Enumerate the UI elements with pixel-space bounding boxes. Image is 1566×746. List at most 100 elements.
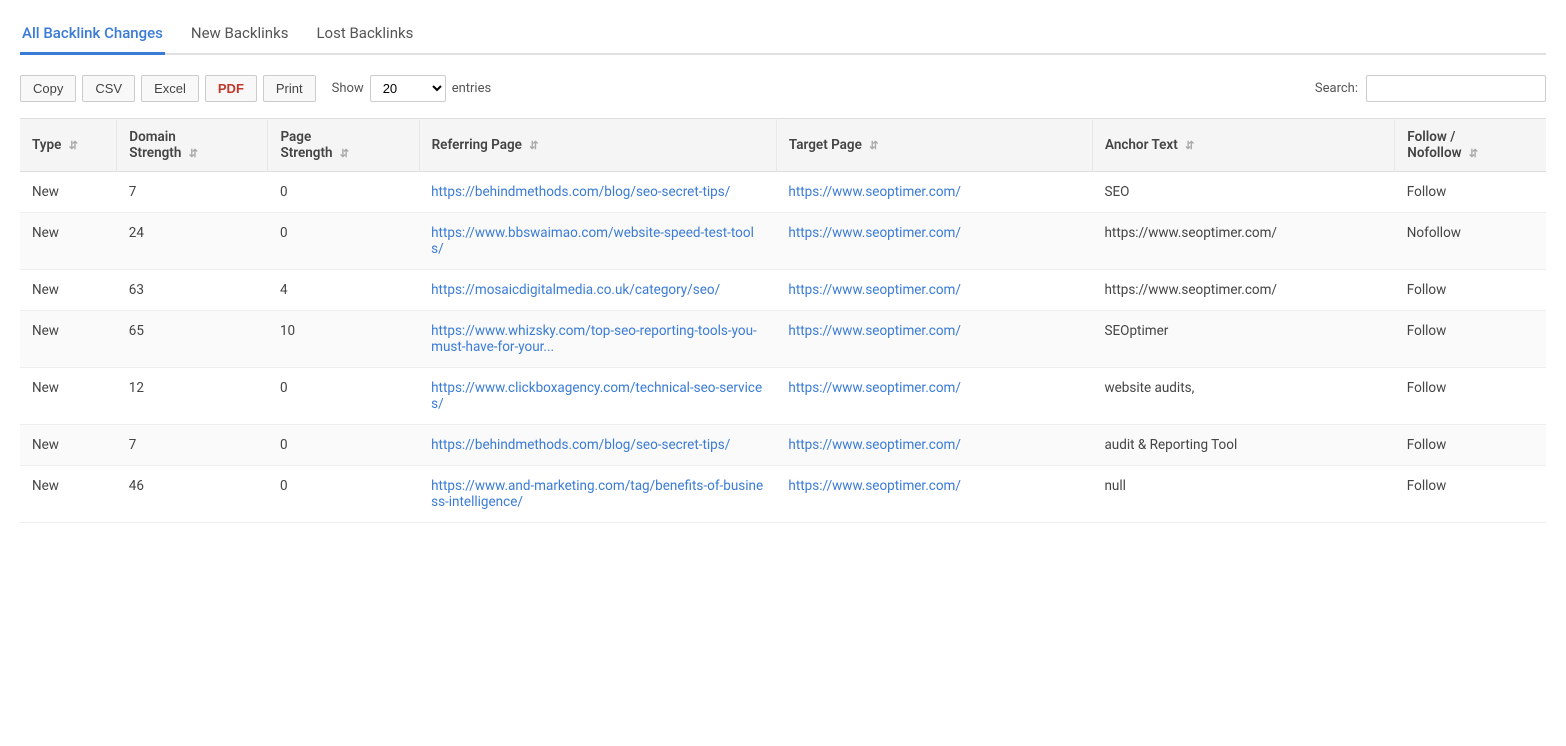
cell-target-page-link[interactable]: https://www.seoptimer.com/ [788, 478, 961, 494]
cell-page-strength: 0 [268, 172, 419, 213]
cell-follow-nofollow: Follow [1395, 311, 1546, 368]
cell-domain-strength: 12 [117, 368, 268, 425]
cell-follow-nofollow: Nofollow [1395, 213, 1546, 270]
cell-follow-nofollow: Follow [1395, 270, 1546, 311]
cell-page-strength: 4 [268, 270, 419, 311]
tab-lost-backlinks[interactable]: Lost Backlinks [314, 16, 415, 55]
search-container: Search: [1315, 75, 1546, 102]
table-row: New120 https://www.clickboxagency.com/tec… [20, 368, 1546, 425]
cell-target-page-link[interactable]: https://www.seoptimer.com/ [788, 184, 961, 200]
cell-page-strength: 0 [268, 213, 419, 270]
pdf-button[interactable]: PDF [205, 75, 257, 102]
tabs-container: All Backlink Changes New Backlinks Lost … [20, 16, 1546, 55]
cell-type: New [20, 466, 117, 523]
cell-target-page-link[interactable]: https://www.seoptimer.com/ [788, 323, 961, 339]
sort-icon-domain: ⇵ [189, 147, 198, 160]
cell-referring-page[interactable]: https://behindmethods.com/blog/seo-secre… [419, 172, 776, 213]
cell-referring-page-link[interactable]: https://behindmethods.com/blog/seo-secre… [431, 437, 730, 453]
copy-button[interactable]: Copy [20, 75, 76, 102]
cell-domain-strength: 65 [117, 311, 268, 368]
cell-type: New [20, 311, 117, 368]
cell-page-strength: 10 [268, 311, 419, 368]
entries-select[interactable]: 10 20 50 100 [370, 75, 446, 102]
cell-target-page-link[interactable]: https://www.seoptimer.com/ [788, 380, 961, 396]
entries-label: entries [452, 81, 492, 96]
cell-target-page[interactable]: https://www.seoptimer.com/ [776, 311, 1092, 368]
cell-follow-nofollow: Follow [1395, 368, 1546, 425]
cell-anchor-text: null [1092, 466, 1394, 523]
cell-target-page-link[interactable]: https://www.seoptimer.com/ [788, 282, 961, 298]
table-row: New6510 https://www.whizsky.com/top-seo-r… [20, 311, 1546, 368]
excel-button[interactable]: Excel [141, 75, 199, 102]
table-row: New70 https://behindmethods.com/blog/seo-… [20, 172, 1546, 213]
cell-target-page-link[interactable]: https://www.seoptimer.com/ [788, 437, 961, 453]
col-header-referring-page[interactable]: Referring Page ⇵ [419, 119, 776, 172]
cell-referring-page-link[interactable]: https://behindmethods.com/blog/seo-secre… [431, 184, 730, 200]
cell-target-page-link[interactable]: https://www.seoptimer.com/ [788, 225, 961, 241]
table-row: New634 https://mosaicdigitalmedia.co.uk/c… [20, 270, 1546, 311]
col-header-domain-strength[interactable]: DomainStrength ⇵ [117, 119, 268, 172]
cell-target-page[interactable]: https://www.seoptimer.com/ [776, 466, 1092, 523]
cell-follow-nofollow: Follow [1395, 466, 1546, 523]
sort-icon-follow: ⇵ [1469, 147, 1478, 160]
cell-target-page[interactable]: https://www.seoptimer.com/ [776, 270, 1092, 311]
cell-target-page[interactable]: https://www.seoptimer.com/ [776, 425, 1092, 466]
cell-domain-strength: 24 [117, 213, 268, 270]
cell-page-strength: 0 [268, 368, 419, 425]
print-button[interactable]: Print [263, 75, 316, 102]
cell-target-page[interactable]: https://www.seoptimer.com/ [776, 172, 1092, 213]
col-header-page-strength[interactable]: PageStrength ⇵ [268, 119, 419, 172]
cell-type: New [20, 368, 117, 425]
show-label: Show [332, 81, 364, 96]
table-row: New460 https://www.and-marketing.com/tag/… [20, 466, 1546, 523]
col-header-target-page[interactable]: Target Page ⇵ [776, 119, 1092, 172]
cell-referring-page-link[interactable]: https://www.clickboxagency.com/technical… [431, 380, 762, 412]
col-header-anchor-text[interactable]: Anchor Text ⇵ [1092, 119, 1394, 172]
cell-type: New [20, 270, 117, 311]
col-header-type[interactable]: Type ⇵ [20, 119, 117, 172]
cell-follow-nofollow: Follow [1395, 425, 1546, 466]
cell-type: New [20, 425, 117, 466]
col-header-follow-nofollow[interactable]: Follow /Nofollow ⇵ [1395, 119, 1546, 172]
sort-icon-anchor: ⇵ [1185, 139, 1194, 152]
toolbar: Copy CSV Excel PDF Print Show 10 20 50 1… [20, 75, 1546, 102]
sort-icon-type: ⇵ [69, 139, 78, 152]
search-input[interactable] [1366, 75, 1546, 102]
cell-referring-page-link[interactable]: https://www.whizsky.com/top-seo-reportin… [431, 323, 757, 355]
table-row: New240 https://www.bbswaimao.com/website-… [20, 213, 1546, 270]
cell-anchor-text: website audits, [1092, 368, 1394, 425]
cell-domain-strength: 63 [117, 270, 268, 311]
cell-anchor-text: SEO [1092, 172, 1394, 213]
cell-target-page[interactable]: https://www.seoptimer.com/ [776, 213, 1092, 270]
backlinks-table: Type ⇵ DomainStrength ⇵ PageStrength ⇵ R… [20, 118, 1546, 523]
cell-domain-strength: 46 [117, 466, 268, 523]
cell-domain-strength: 7 [117, 172, 268, 213]
cell-domain-strength: 7 [117, 425, 268, 466]
cell-anchor-text: https://www.seoptimer.com/ [1092, 270, 1394, 311]
cell-type: New [20, 213, 117, 270]
cell-referring-page[interactable]: https://mosaicdigitalmedia.co.uk/categor… [419, 270, 776, 311]
cell-page-strength: 0 [268, 466, 419, 523]
cell-referring-page[interactable]: https://www.bbswaimao.com/website-speed-… [419, 213, 776, 270]
cell-referring-page-link[interactable]: https://www.and-marketing.com/tag/benefi… [431, 478, 763, 510]
cell-referring-page-link[interactable]: https://mosaicdigitalmedia.co.uk/categor… [431, 282, 720, 298]
search-label: Search: [1315, 81, 1358, 96]
sort-icon-referring: ⇵ [529, 139, 538, 152]
cell-target-page[interactable]: https://www.seoptimer.com/ [776, 368, 1092, 425]
tab-new-backlinks[interactable]: New Backlinks [189, 16, 291, 55]
cell-anchor-text: audit & Reporting Tool [1092, 425, 1394, 466]
cell-anchor-text: SEOptimer [1092, 311, 1394, 368]
csv-button[interactable]: CSV [82, 75, 135, 102]
sort-icon-page: ⇵ [340, 147, 349, 160]
cell-type: New [20, 172, 117, 213]
cell-referring-page[interactable]: https://www.clickboxagency.com/technical… [419, 368, 776, 425]
cell-referring-page-link[interactable]: https://www.bbswaimao.com/website-speed-… [431, 225, 754, 257]
cell-follow-nofollow: Follow [1395, 172, 1546, 213]
cell-referring-page[interactable]: https://behindmethods.com/blog/seo-secre… [419, 425, 776, 466]
cell-referring-page[interactable]: https://www.whizsky.com/top-seo-reportin… [419, 311, 776, 368]
sort-icon-target: ⇵ [869, 139, 878, 152]
cell-anchor-text: https://www.seoptimer.com/ [1092, 213, 1394, 270]
cell-page-strength: 0 [268, 425, 419, 466]
cell-referring-page[interactable]: https://www.and-marketing.com/tag/benefi… [419, 466, 776, 523]
tab-all-backlink-changes[interactable]: All Backlink Changes [20, 16, 165, 55]
